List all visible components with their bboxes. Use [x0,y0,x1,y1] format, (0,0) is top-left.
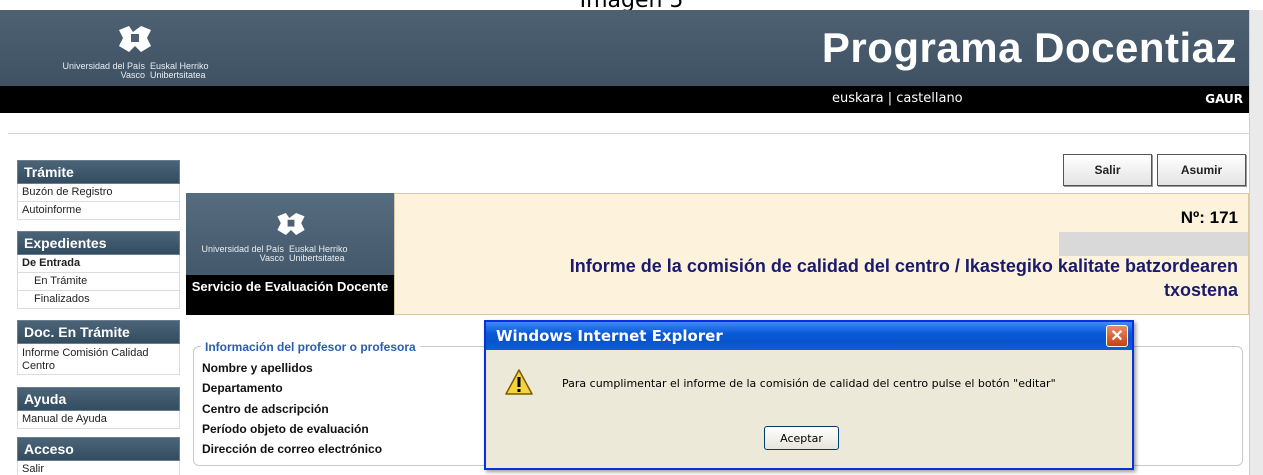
sidebar-section-expedientes: Expedientes De Entrada En Trámite Finali… [17,231,180,309]
logo-text-right: Euskal Herriko Unibertsitatea [150,61,209,80]
field-label-correo: Dirección de correo electrónico [202,442,383,456]
gaur-link[interactable]: GAUR [1205,92,1243,106]
lang-separator: | [887,91,893,106]
window-scrollbar[interactable] [1249,10,1263,475]
field-label-centro: Centro de adscripción [202,402,329,416]
lang-euskara-link[interactable]: euskara [832,91,884,106]
sidebar-header-expedientes: Expedientes [17,231,180,255]
field-label-nombre: Nombre y apellidos [202,361,313,375]
teacher-info-legend: Información del profesor o profesora [201,340,420,354]
report-title: Informe de la comisión de calidad del ce… [569,256,1238,300]
sidebar-section-acceso: Acceso Salir [17,437,180,475]
app-title: Programa Docentiaz [821,24,1237,71]
divider [8,133,1249,134]
report-header: Nº: 171 Informe de la comisión de calida… [394,193,1249,315]
sidebar-item-en-tramite[interactable]: En Trámite [17,273,180,291]
lang-castellano-link[interactable]: castellano [896,91,962,106]
university-emblem-icon [277,212,305,236]
sidebar-item-buzon-registro[interactable]: Buzón de Registro [17,184,180,202]
alert-dialog: Windows Internet Explorer ✕ Para cumplim… [484,320,1134,470]
dialog-title: Windows Internet Explorer [496,327,723,345]
logo-text-left: Universidad del País Vasco [201,244,284,263]
sidebar-item-finalizados[interactable]: Finalizados [17,291,180,309]
language-switcher: euskara | castellano [832,91,963,106]
sidebar-item-manual-ayuda[interactable]: Manual de Ayuda [17,411,180,429]
sidebar-section-doc-en-tramite: Doc. En Trámite Informe Comisión Calidad… [17,320,180,375]
dialog-titlebar[interactable]: Windows Internet Explorer ✕ [486,322,1132,350]
sidebar-item-informe-comision[interactable]: Informe Comisión Calidad Centro [17,344,180,375]
sidebar-section-ayuda: Ayuda Manual de Ayuda [17,387,180,429]
logo-text-right: Euskal Herriko Unibertsitatea [289,244,348,263]
sidebar-section-tramite: Trámite Buzón de Registro Autoinforme [17,160,180,220]
header-banner: Universidad del País Vasco Euskal Herrik… [0,10,1249,86]
sidebar-item-salir[interactable]: Salir [17,461,180,475]
service-label: Servicio de Evaluación Docente [186,275,394,315]
report-number: Nº: 171 [1180,208,1238,227]
salir-button[interactable]: Salir [1063,154,1152,186]
field-label-periodo: Período objeto de evaluación [202,422,369,436]
sidebar-item-autoinforme[interactable]: Autoinforme [17,202,180,220]
university-emblem-icon [119,26,151,52]
sidebar-header-tramite: Trámite [17,160,180,184]
university-logo[interactable]: Universidad del País Vasco Euskal Herrik… [60,24,230,84]
sidebar-header-doc-en-tramite: Doc. En Trámite [17,320,180,344]
close-icon[interactable]: ✕ [1106,325,1128,347]
asumir-button[interactable]: Asumir [1157,154,1246,186]
sidebar-header-acceso: Acceso [17,437,180,461]
dialog-message: Para cumplimentar el informe de la comis… [562,377,1056,390]
redacted-field [1059,232,1248,256]
sidebar-header-ayuda: Ayuda [17,387,180,411]
page-root: Imagen 5 Universidad del País Vasco Eusk… [0,0,1263,475]
sidebar-item-de-entrada[interactable]: De Entrada [17,255,180,273]
logo-text-left: Universidad del País Vasco [62,61,145,80]
aceptar-button[interactable]: Aceptar [764,426,839,450]
warning-icon [505,369,533,395]
language-bar: euskara | castellano GAUR [0,86,1249,113]
service-logo-box: Universidad del País Vasco Euskal Herrik… [186,193,394,315]
field-label-departamento: Departamento [202,381,283,395]
